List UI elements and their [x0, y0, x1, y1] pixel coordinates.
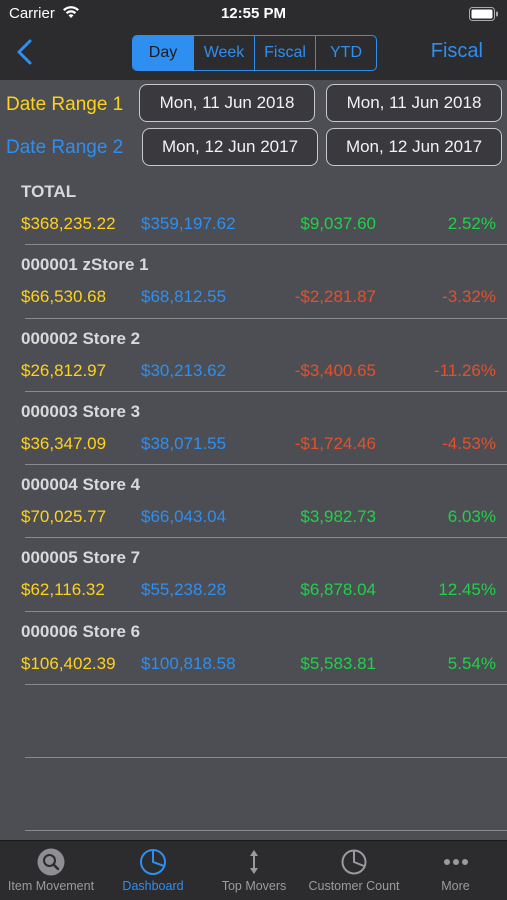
- list-item[interactable]: 000005 Store 7 $62,116.32 $55,238.28 $6,…: [0, 538, 507, 612]
- back-chevron-icon[interactable]: [10, 36, 40, 68]
- magnifier-icon: [0, 847, 102, 877]
- percent-change: -11.26%: [433, 360, 496, 380]
- list-item[interactable]: 000002 Store 2 $26,812.97 $30,213.62 -$3…: [0, 319, 507, 392]
- range-1-value: $36,347.09: [21, 433, 107, 453]
- row-name: 000002 Store 2: [21, 328, 141, 348]
- row-name: 000005 Store 7: [21, 548, 141, 568]
- percent-change: 12.45%: [438, 580, 496, 600]
- range-1-value: $26,812.97: [21, 360, 107, 380]
- list-item[interactable]: 000003 Store 3 $36,347.09 $38,071.55 -$1…: [0, 392, 507, 466]
- tab-label: Item Movement: [7, 879, 95, 893]
- range-1-value: $62,116.32: [21, 580, 105, 600]
- more-dots-icon: [404, 847, 507, 877]
- up-down-arrow-icon: [204, 847, 304, 877]
- range-2-value: $66,043.04: [141, 507, 227, 527]
- difference-value: -$1,724.46: [294, 433, 376, 453]
- empty-row-divider: [25, 830, 507, 831]
- range-1-value: $106,402.39: [21, 653, 116, 673]
- date-range-panel: Date Range 1 Mon, 11 Jun 2018 Mon, 11 Ju…: [0, 80, 507, 170]
- row-divider: [25, 684, 507, 686]
- percent-change: -3.32%: [442, 287, 496, 307]
- period-segmented-control: Day Week Fiscal YTD: [132, 35, 377, 71]
- tab-dashboard[interactable]: Dashboard: [102, 841, 204, 900]
- list-item[interactable]: 000006 Store 6 $106,402.39 $100,818.58 $…: [0, 612, 507, 686]
- tab-label: Dashboard: [122, 879, 184, 893]
- difference-value: $3,982.73: [300, 507, 376, 527]
- fiscal-nav-button[interactable]: Fiscal: [431, 40, 483, 63]
- tab-label: Customer Count: [308, 879, 400, 893]
- store-sales-list: TOTAL $368,235.22 $359,197.62 $9,037.60 …: [0, 172, 507, 686]
- tab-label: Top Movers: [221, 879, 287, 893]
- status-bar: Carrier 12:55 PM: [0, 0, 507, 28]
- clock-pie-icon: [304, 847, 404, 877]
- range-2-value: $55,238.28: [141, 580, 227, 600]
- segment-week[interactable]: Week: [194, 36, 255, 70]
- tab-item-movement[interactable]: Item Movement: [0, 841, 102, 900]
- percent-change: -4.53%: [442, 433, 496, 453]
- tab-label: More: [441, 879, 470, 893]
- row-name: 000004 Store 4: [21, 475, 141, 495]
- percent-change: 5.54%: [447, 653, 496, 673]
- range-2-value: $100,818.58: [141, 653, 236, 673]
- range-1-value: $70,025.77: [21, 507, 107, 527]
- date-range-2-start-button[interactable]: Mon, 12 Jun 2017: [142, 128, 318, 166]
- range-2-value: $38,071.55: [141, 433, 227, 453]
- date-range-2-end-button[interactable]: Mon, 12 Jun 2017: [326, 128, 502, 166]
- range-1-value: $66,530.68: [21, 287, 107, 307]
- difference-value: $5,583.81: [300, 653, 376, 673]
- date-range-1-start-button[interactable]: Mon, 11 Jun 2018: [139, 84, 315, 122]
- row-name: 000006 Store 6: [21, 621, 141, 641]
- tab-top-movers[interactable]: Top Movers: [204, 841, 304, 900]
- empty-row-divider: [25, 757, 507, 758]
- battery-icon: [469, 7, 499, 25]
- range-2-value: $68,812.55: [141, 287, 227, 307]
- list-item[interactable]: 000004 Store 4 $70,025.77 $66,043.04 $3,…: [0, 465, 507, 539]
- list-item-total[interactable]: TOTAL $368,235.22 $359,197.62 $9,037.60 …: [0, 172, 507, 246]
- segment-day[interactable]: Day: [133, 36, 194, 70]
- list-item[interactable]: 000001 zStore 1 $66,530.68 $68,812.55 -$…: [0, 245, 507, 319]
- range-1-value: $368,235.22: [21, 214, 116, 233]
- tab-more[interactable]: More: [404, 841, 507, 900]
- status-time: 12:55 PM: [220, 5, 287, 22]
- tab-customer-count[interactable]: Customer Count: [304, 841, 404, 900]
- segment-ytd[interactable]: YTD: [316, 36, 376, 70]
- difference-value: -$3,400.65: [294, 360, 376, 380]
- percent-change: 2.52%: [447, 214, 496, 233]
- range-2-value: $30,213.62: [141, 360, 227, 380]
- difference-value: $9,037.60: [300, 214, 376, 233]
- date-range-1-end-button[interactable]: Mon, 11 Jun 2018: [326, 84, 502, 122]
- segment-fiscal[interactable]: Fiscal: [255, 36, 316, 70]
- row-name: 000001 zStore 1: [21, 255, 149, 275]
- navigation-bar: Day Week Fiscal YTD Fiscal: [0, 28, 507, 80]
- tab-bar: Item Movement Dashboard Top Movers Custo…: [0, 840, 507, 900]
- row-name: 000003 Store 3: [21, 401, 141, 421]
- difference-value: -$2,281.87: [294, 287, 376, 307]
- row-name: TOTAL: [21, 182, 77, 201]
- range-2-value: $359,197.62: [141, 214, 236, 233]
- percent-change: 6.03%: [447, 507, 496, 527]
- difference-value: $6,878.04: [300, 580, 376, 600]
- date-range-2-label: Date Range 2: [6, 137, 124, 158]
- date-range-1-label: Date Range 1: [6, 94, 124, 115]
- pie-chart-icon: [102, 847, 204, 877]
